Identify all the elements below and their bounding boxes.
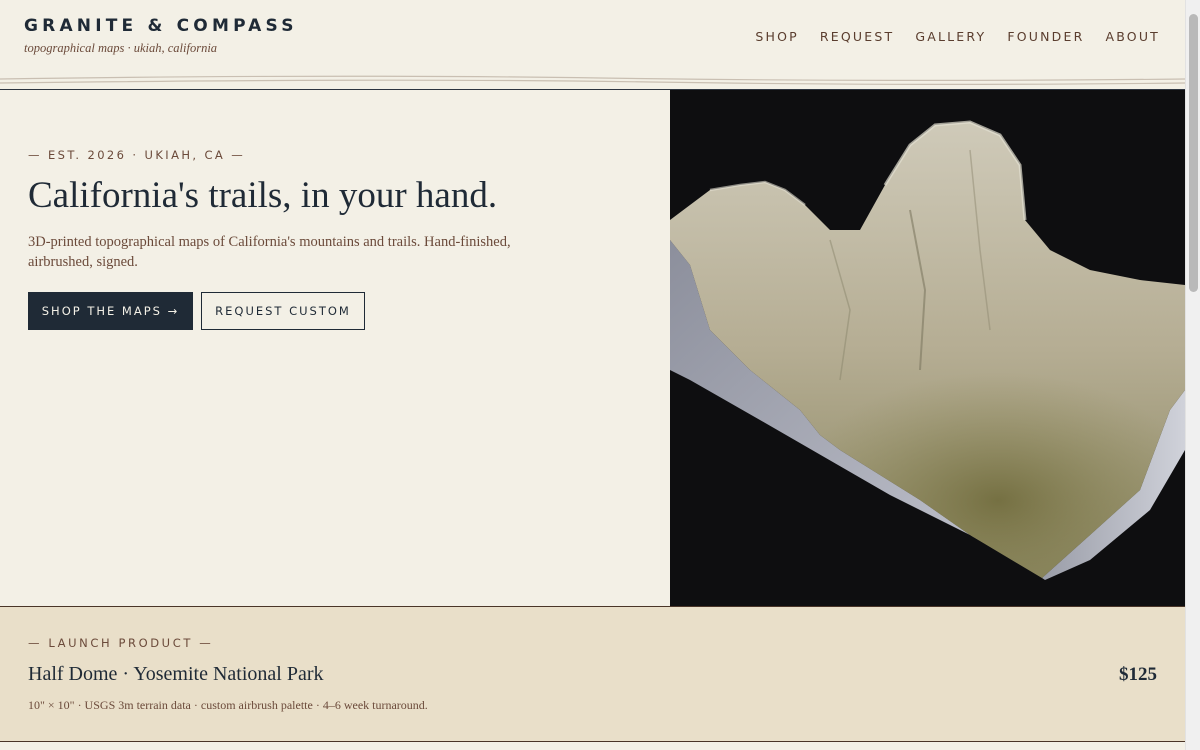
hero-eyebrow: — EST. 2026 · UKIAH, CA —: [28, 148, 246, 162]
brand-tagline: topographical maps · ukiah, california: [24, 41, 218, 55]
request-custom-button[interactable]: REQUEST CUSTOM: [201, 292, 365, 330]
brand[interactable]: GRANITE & COMPASS topographical maps · u…: [24, 16, 298, 56]
launch-eyebrow: — LAUNCH PRODUCT —: [28, 636, 214, 650]
terrain-model-image: [670, 90, 1185, 606]
nav-founder[interactable]: FOUNDER: [1007, 29, 1084, 44]
nav-gallery[interactable]: GALLERY: [915, 29, 986, 44]
terrain-model-icon: [670, 120, 1185, 580]
nav-shop[interactable]: SHOP: [755, 29, 799, 44]
nav-about[interactable]: ABOUT: [1105, 29, 1160, 44]
shop-maps-button[interactable]: SHOP THE MAPS →: [28, 292, 193, 330]
nav-request[interactable]: REQUEST: [820, 29, 894, 44]
hero-section: — EST. 2026 · UKIAH, CA — California's t…: [0, 90, 670, 606]
launch-product-price: $125: [1119, 664, 1157, 685]
hero-subtitle: 3D-printed topographical maps of Califor…: [28, 234, 511, 270]
launch-product-section: — LAUNCH PRODUCT — Half Dome · Yosemite …: [0, 606, 1185, 742]
launch-product-title[interactable]: Half Dome · Yosemite National Park: [28, 663, 324, 686]
scrollbar-thumb[interactable]: [1189, 14, 1198, 292]
hero-title: California's trails, in your hand.: [28, 175, 498, 216]
main-nav: SHOP REQUEST GALLERY FOUNDER ABOUT: [755, 29, 1160, 44]
site-header: GRANITE & COMPASS topographical maps · u…: [0, 0, 1185, 90]
brand-name[interactable]: GRANITE & COMPASS: [24, 16, 298, 36]
page-scrollbar[interactable]: [1185, 0, 1200, 750]
launch-product-details: 10" × 10" · USGS 3m terrain data · custo…: [28, 698, 428, 712]
contour-divider: [0, 75, 1185, 85]
